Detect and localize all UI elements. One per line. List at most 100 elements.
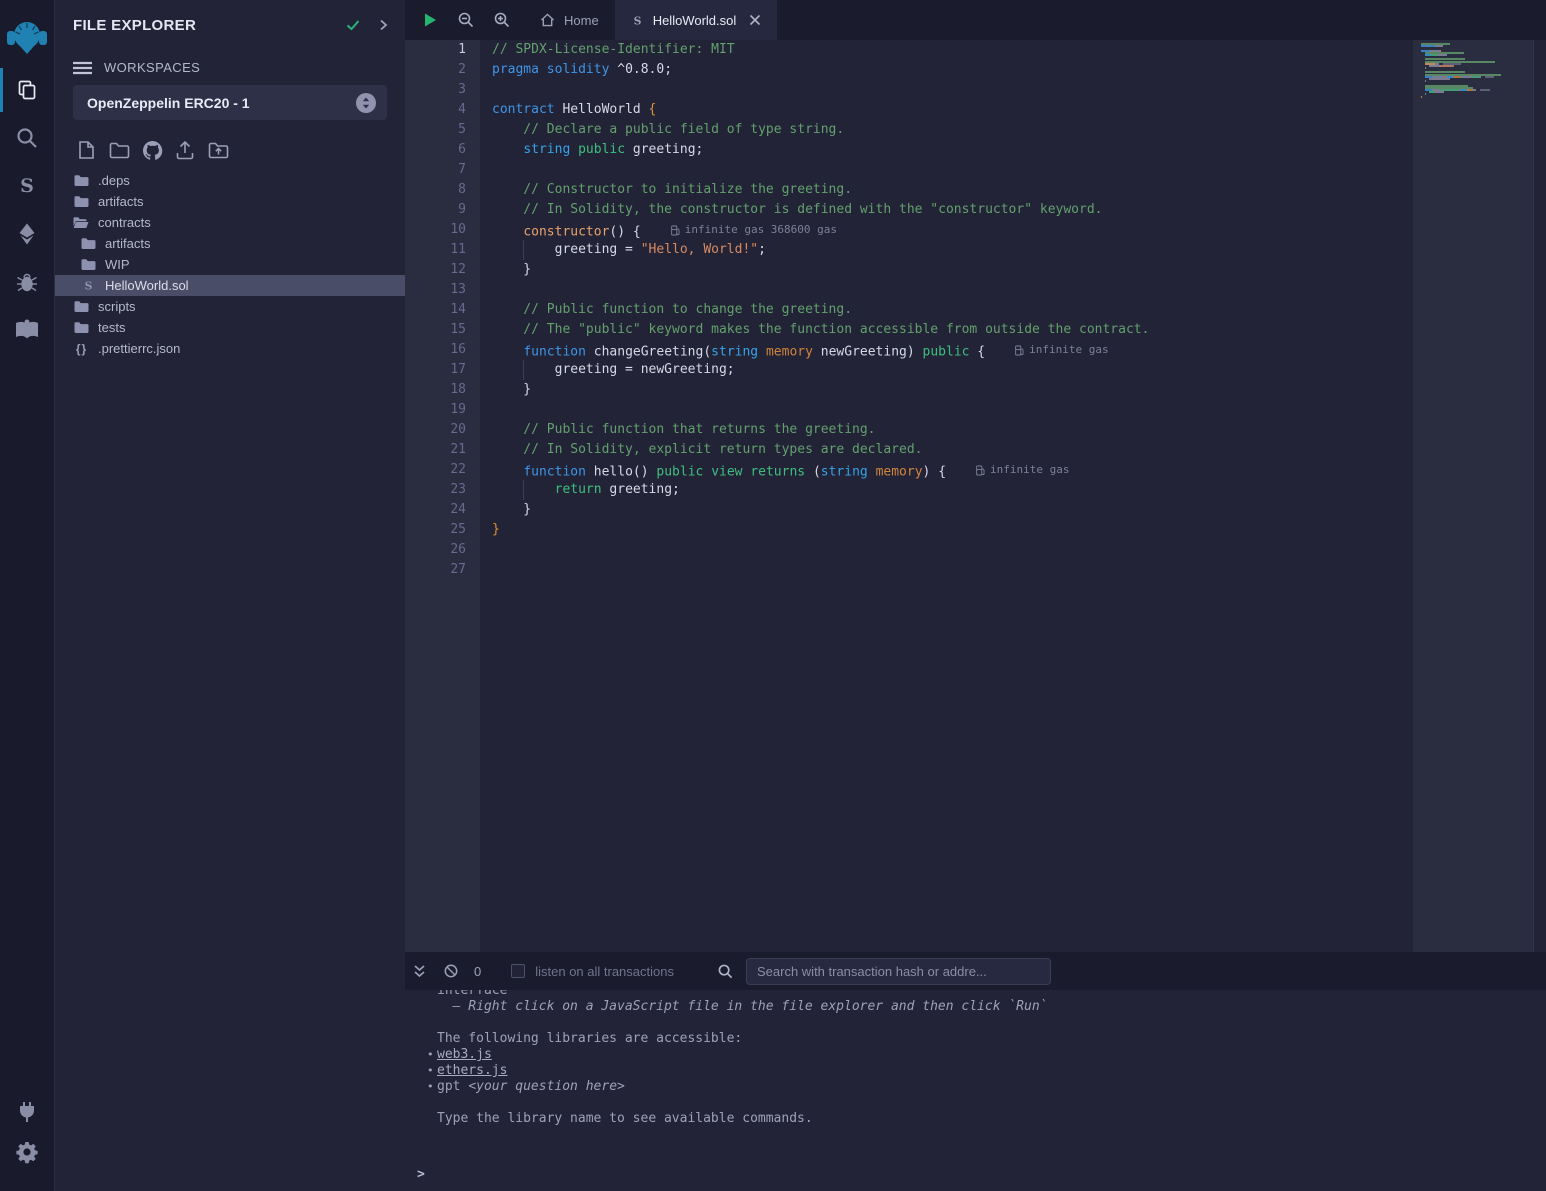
code-line-22[interactable]: 22 function hello() public view returns … — [405, 460, 1546, 480]
code-line-4[interactable]: 4contract HelloWorld { — [405, 100, 1546, 120]
debugger-icon — [15, 270, 39, 294]
code-editor[interactable]: 1// SPDX-License-Identifier: MIT2pragma … — [405, 40, 1546, 952]
remix-logo-icon[interactable] — [0, 10, 55, 65]
tab-label: Home — [564, 13, 599, 28]
listen-transactions-checkbox[interactable] — [511, 964, 525, 978]
code-line-18[interactable]: 18 } — [405, 380, 1546, 400]
code-line-14[interactable]: 14 // Public function to change the gree… — [405, 300, 1546, 320]
solidity-file-icon: S — [631, 13, 644, 28]
code-text: string public greeting; — [480, 140, 703, 160]
terminal-list-item: •ethers.js — [405, 1063, 1546, 1079]
tree-item--prettierrc-json[interactable]: { } .prettierrc.json — [55, 338, 405, 359]
tree-item-label: HelloWorld.sol — [105, 278, 189, 293]
file-explorer-toolbar — [55, 138, 405, 162]
sidebar-item-learneth[interactable] — [0, 317, 55, 343]
sidebar-item-plugin-manager[interactable] — [0, 1099, 55, 1125]
code-line-11[interactable]: 11 greeting = "Hello, World!"; — [405, 240, 1546, 260]
terminal-expand-icon[interactable] — [413, 964, 426, 978]
svg-text:S: S — [633, 14, 641, 27]
tree-item-artifacts[interactable]: artifacts — [55, 191, 405, 212]
code-line-2[interactable]: 2pragma solidity ^0.8.0; — [405, 60, 1546, 80]
code-text — [480, 540, 492, 560]
clone-github-icon[interactable] — [139, 138, 165, 162]
run-script-button[interactable] — [422, 12, 438, 28]
code-line-7[interactable]: 7 — [405, 160, 1546, 180]
tree-item-label: .prettierrc.json — [98, 341, 180, 356]
chevron-right-icon[interactable] — [377, 19, 389, 31]
code-line-21[interactable]: 21 // In Solidity, explicit return types… — [405, 440, 1546, 460]
sidebar-item-debugger[interactable] — [0, 269, 55, 295]
accept-check-icon[interactable] — [345, 17, 361, 33]
learneth-icon — [14, 318, 40, 342]
tree-item-wip[interactable]: WIP — [55, 254, 405, 275]
clear-console-icon[interactable] — [444, 964, 458, 978]
braces-icon: { } — [73, 342, 89, 356]
folder-icon — [80, 258, 96, 271]
code-line-15[interactable]: 15 // The "public" keyword makes the fun… — [405, 320, 1546, 340]
line-number: 16 — [405, 340, 480, 360]
code-line-5[interactable]: 5 // Declare a public field of type stri… — [405, 120, 1546, 140]
code-text — [480, 560, 492, 580]
code-line-19[interactable]: 19 — [405, 400, 1546, 420]
sidebar-item-solidity-compiler[interactable]: S — [0, 173, 55, 199]
code-line-24[interactable]: 24 } — [405, 500, 1546, 520]
line-number: 10 — [405, 220, 480, 240]
code-text — [480, 80, 492, 100]
line-number: 3 — [405, 80, 480, 100]
line-number: 18 — [405, 380, 480, 400]
code-line-10[interactable]: 10 constructor() {infinite gas 368600 ga… — [405, 220, 1546, 240]
create-folder-icon[interactable] — [106, 138, 132, 162]
sidebar-item-search[interactable] — [0, 125, 55, 151]
create-file-icon[interactable] — [73, 138, 99, 162]
code-line-1[interactable]: 1// SPDX-License-Identifier: MIT — [405, 40, 1546, 60]
code-text — [480, 280, 492, 300]
code-line-8[interactable]: 8 // Constructor to initialize the greet… — [405, 180, 1546, 200]
line-number: 15 — [405, 320, 480, 340]
code-line-23[interactable]: 23 return greeting; — [405, 480, 1546, 500]
workspace-select[interactable]: OpenZeppelin ERC20 - 1 — [73, 85, 387, 120]
terminal-search-input[interactable] — [746, 958, 1051, 985]
code-line-27[interactable]: 27 — [405, 560, 1546, 580]
code-line-26[interactable]: 26 — [405, 540, 1546, 560]
code-text: greeting = "Hello, World!"; — [480, 240, 766, 260]
code-line-16[interactable]: 16 function changeGreeting(string memory… — [405, 340, 1546, 360]
tree-item-scripts[interactable]: scripts — [55, 296, 405, 317]
sidebar-item-settings[interactable] — [0, 1139, 55, 1165]
file-explorer-panel: FILE EXPLORER WORKSPACES OpenZeppelin ER… — [55, 0, 405, 1191]
zoom-in-icon[interactable] — [494, 12, 510, 28]
sidebar-item-deploy-run[interactable] — [0, 221, 55, 247]
terminal-output[interactable]: interface – Right click on a JavaScript … — [405, 990, 1546, 1191]
upload-files-icon[interactable] — [172, 138, 198, 162]
code-line-13[interactable]: 13 — [405, 280, 1546, 300]
terminal-link[interactable]: web3.js — [437, 1047, 492, 1063]
zoom-out-icon[interactable] — [458, 12, 474, 28]
close-tab-icon[interactable] — [749, 14, 761, 26]
tab-home[interactable]: Home — [524, 0, 615, 40]
fuel-icon — [1015, 345, 1024, 356]
code-line-3[interactable]: 3 — [405, 80, 1546, 100]
tab-helloworld-sol[interactable]: SHelloWorld.sol — [615, 0, 778, 40]
folder-open-icon — [73, 216, 89, 229]
code-line-20[interactable]: 20 // Public function that returns the g… — [405, 420, 1546, 440]
terminal-header: 0 listen on all transactions — [405, 952, 1546, 990]
tree-item-contracts[interactable]: contracts — [55, 212, 405, 233]
tree-item-helloworld-sol[interactable]: SHelloWorld.sol — [55, 275, 405, 296]
upload-folder-icon[interactable] — [205, 138, 231, 162]
folder-icon — [73, 174, 89, 187]
code-line-12[interactable]: 12 } — [405, 260, 1546, 280]
code-line-17[interactable]: 17 greeting = newGreeting; — [405, 360, 1546, 380]
tree-item--deps[interactable]: .deps — [55, 170, 405, 191]
sidebar-item-file-explorer[interactable] — [0, 77, 55, 103]
code-text: // In Solidity, explicit return types ar… — [480, 440, 922, 460]
terminal-link[interactable]: ethers.js — [437, 1063, 507, 1079]
listen-transactions-label: listen on all transactions — [535, 964, 674, 979]
hamburger-menu-icon[interactable] — [73, 61, 92, 75]
terminal-prompt[interactable]: > — [417, 1167, 425, 1182]
code-line-25[interactable]: 25} — [405, 520, 1546, 540]
code-line-9[interactable]: 9 // In Solidity, the constructor is def… — [405, 200, 1546, 220]
workspace-stepper-icon[interactable] — [355, 92, 377, 114]
tree-item-tests[interactable]: tests — [55, 317, 405, 338]
tree-item-artifacts[interactable]: artifacts — [55, 233, 405, 254]
file-tree: .depsartifactscontractsartifactsWIPSHell… — [55, 170, 405, 359]
code-line-6[interactable]: 6 string public greeting; — [405, 140, 1546, 160]
